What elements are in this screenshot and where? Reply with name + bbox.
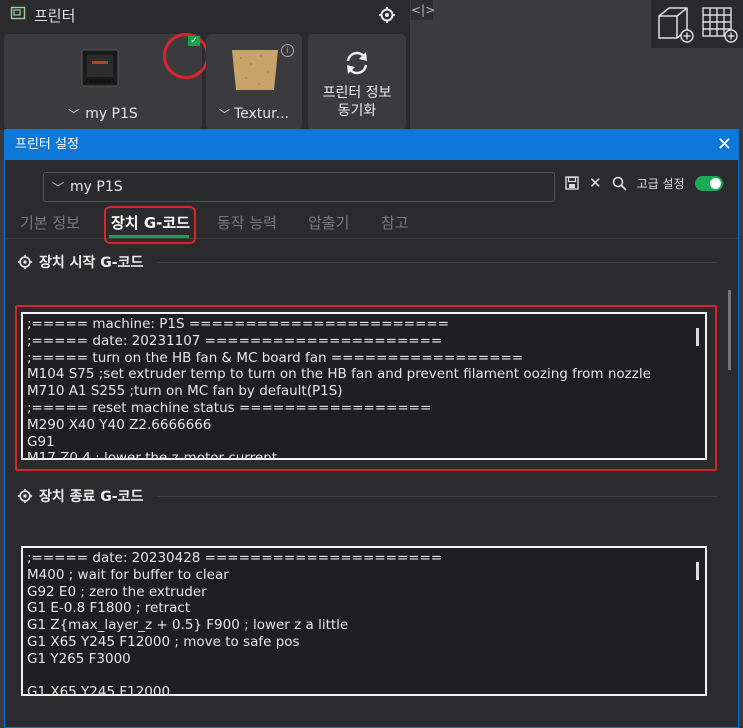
add-grid-icon[interactable] [699, 4, 739, 44]
start-gcode-editor[interactable]: ;===== machine: P1S ====================… [21, 312, 707, 460]
printer-thumbnail-icon [81, 49, 119, 87]
printer-settings-dialog: 프린터 설정 ✕ ﹀ my P1S ✕ 고급 설정 기본 정보 장치 G-코드 … [4, 129, 739, 728]
plate-type-selector[interactable]: ﹀ Textur... [206, 106, 302, 122]
sync-label-line2: 동기화 [337, 103, 377, 119]
view-toolbar [651, 0, 743, 48]
tab-motion-ability[interactable]: 동작 능력 [217, 212, 277, 233]
end-gcode-editor[interactable]: ;===== date: 20230428 ==================… [21, 546, 707, 696]
preset-value: my P1S [70, 179, 123, 195]
start-gcode-text[interactable]: ;===== machine: P1S ====================… [23, 314, 705, 458]
texture-plate-icon [232, 50, 278, 90]
save-icon[interactable] [565, 176, 579, 190]
sync-icon [346, 51, 368, 75]
start-gcode-title: 장치 시작 G-코드 [39, 255, 144, 271]
dialog-scrollbar[interactable] [728, 290, 731, 370]
plate-card[interactable]: i ﹀ Textur... [206, 34, 302, 130]
search-icon[interactable] [612, 176, 627, 191]
dialog-title: 프린터 설정 [15, 137, 79, 152]
delete-preset-icon[interactable]: ✕ [589, 174, 602, 192]
gear-icon [17, 254, 33, 270]
chevron-down-icon: ﹀ [52, 180, 65, 195]
highlight-circle [163, 33, 209, 79]
printer-header: 프린터 [10, 4, 75, 26]
start-gcode-header: 장치 시작 G-코드 [17, 252, 717, 272]
printer-preset-select[interactable]: ﹀ my P1S [43, 172, 555, 202]
printer-title: 프린터 [34, 6, 76, 25]
collapse-sidebar-button[interactable]: <|> [411, 0, 435, 20]
printer-name-selector[interactable]: ﹀ my P1S [4, 106, 202, 122]
tab-highlight-box [104, 206, 196, 244]
end-gcode-text[interactable]: ;===== date: 20230428 ==================… [23, 548, 705, 694]
printer-settings-gear-icon[interactable] [378, 6, 396, 28]
printer-icon [10, 5, 26, 25]
tab-extruder[interactable]: 압출기 [308, 212, 349, 233]
edit-check-icon[interactable]: ✓ [188, 36, 200, 46]
advanced-settings-toggle[interactable] [694, 175, 723, 191]
editor-scrollbar[interactable] [696, 562, 699, 580]
advanced-settings-label: 고급 설정 [636, 176, 685, 191]
sync-printer-info-button[interactable]: 프린터 정보동기화 [308, 34, 406, 130]
gear-icon [17, 488, 33, 504]
end-gcode-title: 장치 종료 G-코드 [39, 489, 144, 505]
tab-notes[interactable]: 참고 [381, 212, 409, 233]
printer-panel: 프린터 ﹀ my P1S ✓ i ﹀ Textur... 프린터 정보 동기화 [0, 0, 410, 130]
preset-tools: ✕ 고급 설정 [565, 174, 723, 192]
divider [157, 262, 717, 263]
end-gcode-header: 장치 종료 G-코드 [17, 486, 717, 506]
add-cube-icon[interactable] [655, 4, 695, 44]
close-icon[interactable]: ✕ [717, 130, 732, 160]
divider [157, 496, 717, 497]
info-icon[interactable]: i [281, 44, 294, 57]
sync-label-line1: 프린터 정보 [322, 85, 392, 101]
editor-scrollbar[interactable] [696, 328, 699, 346]
dialog-titlebar: 프린터 설정 ✕ [5, 130, 738, 160]
tab-basic-info[interactable]: 기본 정보 [20, 212, 80, 233]
